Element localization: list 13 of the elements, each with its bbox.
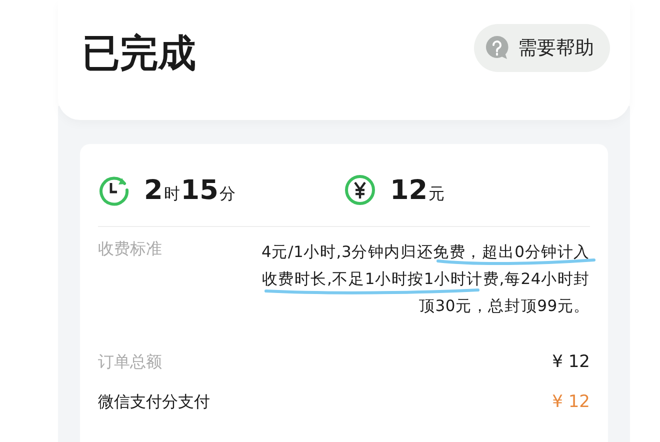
clock-icon: [98, 174, 130, 206]
status-title: 已完成: [82, 30, 196, 76]
detail-label: 微信支付分支付: [98, 392, 210, 412]
help-icon: [484, 35, 510, 61]
detail-label: 收费标准: [98, 239, 162, 260]
amount-text: ¥ 12: [552, 392, 590, 412]
amount-value: 12 元: [390, 174, 446, 206]
help-button[interactable]: 需要帮助: [474, 24, 610, 72]
duration-value: 2 时 15分: [144, 174, 236, 206]
amount-text: ¥ 12: [552, 352, 590, 372]
detail-label: 订单总额: [98, 352, 162, 372]
fee-rule-text: 4元/1小时,3分钟内归还免费，超出0分钟计入 收费时长,不足1小时按1小时计费,每24小时封 顶30元，总封顶99元。: [262, 242, 590, 317]
yuan-icon: [344, 174, 376, 206]
